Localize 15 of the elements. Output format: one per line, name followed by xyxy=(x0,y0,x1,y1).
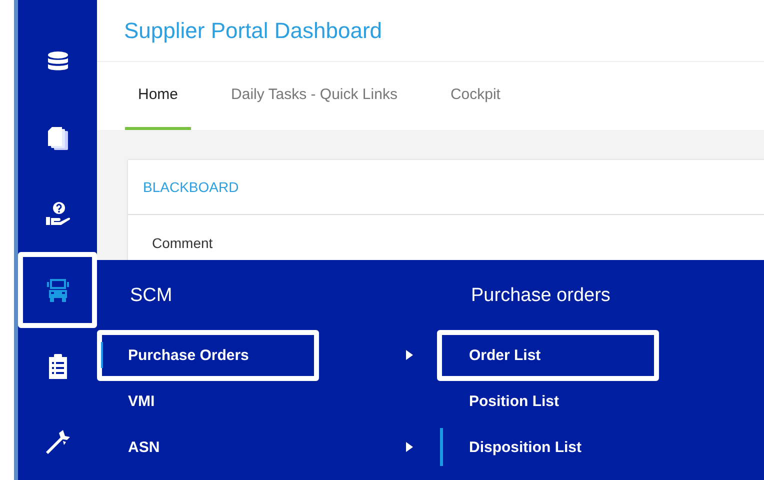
page-title: Supplier Portal Dashboard xyxy=(124,18,382,44)
menu-heading: SCM xyxy=(129,284,172,308)
hand-question-icon xyxy=(44,201,70,227)
column-header: Comment xyxy=(152,235,213,251)
clipboard-icon xyxy=(46,353,68,379)
menu-item[interactable]: Purchase Orders xyxy=(97,330,319,380)
tab[interactable]: Daily Tasks - Quick Links xyxy=(218,62,410,130)
tab[interactable]: Cockpit xyxy=(437,62,514,130)
menu-item[interactable]: Order List xyxy=(437,330,659,380)
sidebar-button[interactable] xyxy=(18,252,97,328)
documents-icon xyxy=(46,125,70,151)
submenu-heading: Purchase orders xyxy=(470,284,610,308)
truck-icon xyxy=(46,277,70,303)
card-title: BLACKBOARD xyxy=(143,179,239,195)
tab[interactable]: Home xyxy=(125,62,192,130)
